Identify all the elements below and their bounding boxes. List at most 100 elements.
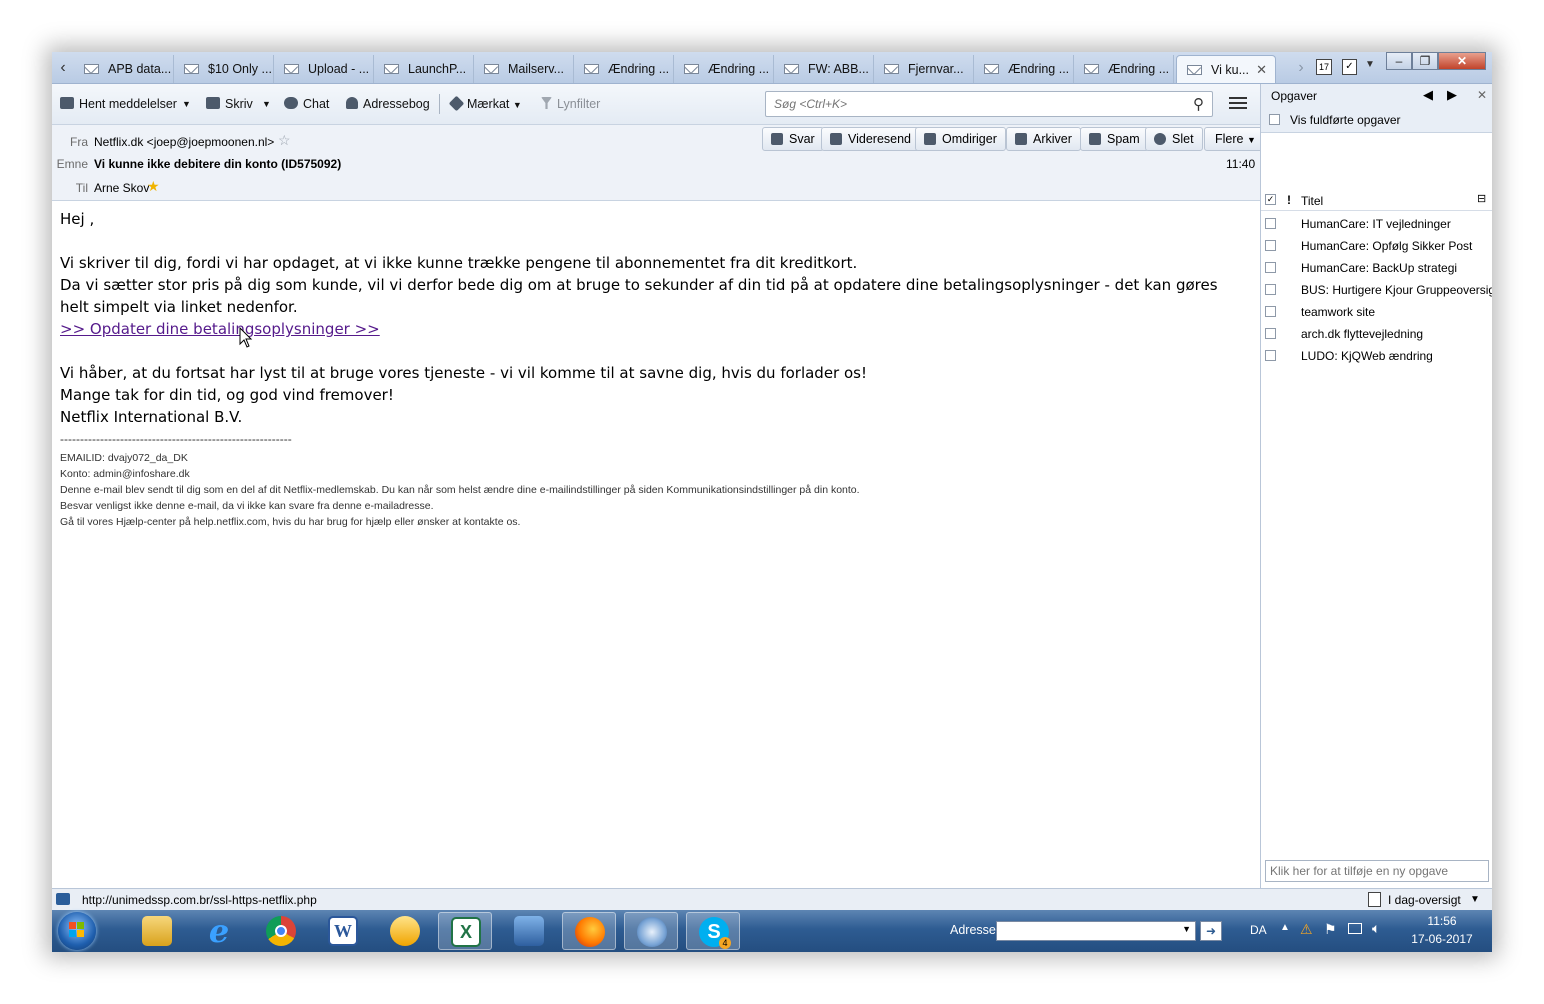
get-messages-button[interactable]: Hent meddelelser xyxy=(60,94,177,114)
status-url: http://unimedssp.com.br/ssl-https-netfli… xyxy=(82,893,317,907)
taskbar-firefox-button[interactable] xyxy=(562,912,616,950)
column-picker-icon[interactable]: ⊟ xyxy=(1477,192,1486,205)
taskbar-skype-button[interactable]: S4 xyxy=(686,912,740,950)
volume-icon[interactable]: 🔈︎ xyxy=(1372,920,1380,937)
address-input[interactable]: ▼ xyxy=(996,921,1196,941)
tray-app-icon[interactable]: ⚠ xyxy=(1300,921,1313,938)
task-item[interactable]: teamwork site xyxy=(1261,301,1492,323)
tab-message-active[interactable]: Vi ku... ✕ xyxy=(1176,55,1276,83)
go-arrow-icon[interactable]: ➜ xyxy=(1200,921,1222,941)
taskbar-ie-button[interactable]: e xyxy=(192,912,246,950)
quick-filter-button[interactable]: Lynfilter xyxy=(541,94,600,114)
tab-message[interactable]: $10 Only ... xyxy=(174,55,274,83)
tab-message[interactable]: Ændring ... xyxy=(674,55,774,83)
next-arrow-icon[interactable]: ▶ xyxy=(1447,87,1457,103)
more-button[interactable]: Flere ▼ xyxy=(1204,127,1265,151)
star-outline-icon[interactable]: ☆ xyxy=(278,132,291,149)
phishing-link[interactable]: >> Opdater dine betalingsoplysninger >> xyxy=(60,320,380,338)
start-button[interactable] xyxy=(58,912,96,950)
tab-message[interactable]: APB data... xyxy=(74,55,174,83)
today-pane-toggle[interactable]: I dag-oversigt xyxy=(1388,889,1461,911)
write-dropdown-icon[interactable]: ▼ xyxy=(262,94,271,114)
tab-message[interactable]: Ændring ... xyxy=(574,55,674,83)
task-checkbox[interactable] xyxy=(1265,328,1276,339)
tab-message[interactable]: Fjernvar... xyxy=(874,55,974,83)
task-item[interactable]: LUDO: KjQWeb ændring xyxy=(1261,345,1492,367)
action-center-flag-icon[interactable]: ⚑ xyxy=(1324,921,1337,938)
folder-icon xyxy=(142,916,172,946)
close-pane-icon[interactable]: ✕ xyxy=(1477,88,1487,102)
task-checkbox[interactable] xyxy=(1265,218,1276,229)
taskbar-explorer-button[interactable] xyxy=(130,912,184,950)
tag-icon xyxy=(448,95,465,112)
to-value[interactable]: Arne Skov xyxy=(94,181,149,195)
prev-arrow-icon[interactable]: ◀ xyxy=(1423,87,1433,103)
tab-scroll-left-button[interactable]: ‹ xyxy=(54,56,72,80)
search-icon[interactable]: ⚲ xyxy=(1193,95,1204,113)
close-window-button[interactable]: ✕ xyxy=(1438,52,1486,70)
title-column-header[interactable]: Titel xyxy=(1301,194,1323,208)
network-icon[interactable] xyxy=(1348,923,1362,934)
close-tab-icon[interactable]: ✕ xyxy=(1256,56,1267,83)
taskbar-remote-desktop-button[interactable] xyxy=(502,912,556,950)
task-checkbox[interactable] xyxy=(1265,350,1276,361)
star-filled-icon[interactable]: ★ xyxy=(147,178,160,195)
online-status-icon[interactable] xyxy=(56,893,70,905)
chevron-down-icon[interactable]: ▼ xyxy=(1182,924,1191,934)
reply-button[interactable]: Svar xyxy=(762,127,824,151)
clock-time[interactable]: 11:56 xyxy=(1412,914,1472,928)
task-item[interactable]: BUS: Hurtigere Kjour Gruppeoversigt xyxy=(1261,279,1492,301)
language-indicator[interactable]: DA xyxy=(1250,923,1267,937)
taskbar-word-button[interactable]: W xyxy=(316,912,370,950)
tab-message[interactable]: FW: ABB... xyxy=(774,55,874,83)
taskbar-excel-button[interactable]: X xyxy=(438,912,492,950)
clock-date[interactable]: 17-06-2017 xyxy=(1402,932,1482,946)
task-checkbox[interactable] xyxy=(1265,306,1276,317)
delete-button[interactable]: Slet xyxy=(1145,127,1203,151)
remote-desktop-icon xyxy=(514,916,544,946)
taskbar-thunderbird-button[interactable] xyxy=(624,912,678,950)
maximize-button[interactable]: ❐ xyxy=(1412,52,1438,70)
search-input[interactable] xyxy=(772,96,1176,112)
show-hidden-icons-icon[interactable]: ▲ xyxy=(1280,922,1290,933)
app-menu-icon[interactable] xyxy=(1229,94,1247,112)
task-item[interactable]: HumanCare: IT vejledninger xyxy=(1261,213,1492,235)
show-completed-checkbox[interactable] xyxy=(1269,114,1280,125)
chat-button[interactable]: Chat xyxy=(284,94,329,114)
forward-button[interactable]: Videresend xyxy=(821,127,921,151)
chevron-down-icon[interactable]: ▼ xyxy=(1470,889,1480,911)
address-book-button[interactable]: Adressebog xyxy=(346,94,430,114)
taskbar-chrome-button[interactable] xyxy=(254,912,308,950)
tab-message[interactable]: LaunchP... xyxy=(374,55,474,83)
tab-scroll-right-button[interactable]: › xyxy=(1292,56,1310,80)
tasks-icon[interactable]: ✓ xyxy=(1342,59,1357,75)
tab-list-dropdown-icon[interactable]: ▼ xyxy=(1365,59,1375,70)
redirect-button[interactable]: Omdiriger xyxy=(915,127,1006,151)
new-task-input[interactable] xyxy=(1265,860,1489,882)
minimize-button[interactable]: – xyxy=(1386,52,1412,70)
get-messages-dropdown-icon[interactable]: ▼ xyxy=(182,94,191,114)
tab-message[interactable]: Ændring ... xyxy=(1074,55,1174,83)
taskbar-outlook-button[interactable] xyxy=(378,912,432,950)
task-item[interactable]: arch.dk flyttevejledning xyxy=(1261,323,1492,345)
from-value[interactable]: Netflix.dk <joep@joepmoonen.nl> xyxy=(94,135,274,149)
write-button[interactable]: Skriv xyxy=(206,94,253,114)
tab-message[interactable]: Upload - ... xyxy=(274,55,374,83)
task-checkbox[interactable] xyxy=(1265,284,1276,295)
no-entry-icon xyxy=(1154,133,1166,145)
tab-message[interactable]: Mailserv... xyxy=(474,55,574,83)
task-item[interactable]: HumanCare: BackUp strategi xyxy=(1261,257,1492,279)
separator-line: ----------------------------------------… xyxy=(60,432,292,446)
completed-column-checkbox[interactable]: ✓ xyxy=(1265,194,1276,205)
tag-button[interactable]: Mærkat ▼ xyxy=(448,94,522,114)
show-completed-label: Vis fuldførte opgaver xyxy=(1290,113,1401,127)
search-box[interactable]: ⚲ xyxy=(765,91,1213,117)
tab-message[interactable]: Ændring ... xyxy=(974,55,1074,83)
spam-button[interactable]: Spam xyxy=(1080,127,1149,151)
task-item[interactable]: HumanCare: Opfølg Sikker Post xyxy=(1261,235,1492,257)
priority-column-header[interactable]: ! xyxy=(1287,193,1291,207)
task-checkbox[interactable] xyxy=(1265,240,1276,251)
task-checkbox[interactable] xyxy=(1265,262,1276,273)
calendar-icon[interactable]: 17 xyxy=(1316,59,1332,75)
archive-button[interactable]: Arkiver xyxy=(1006,127,1081,151)
